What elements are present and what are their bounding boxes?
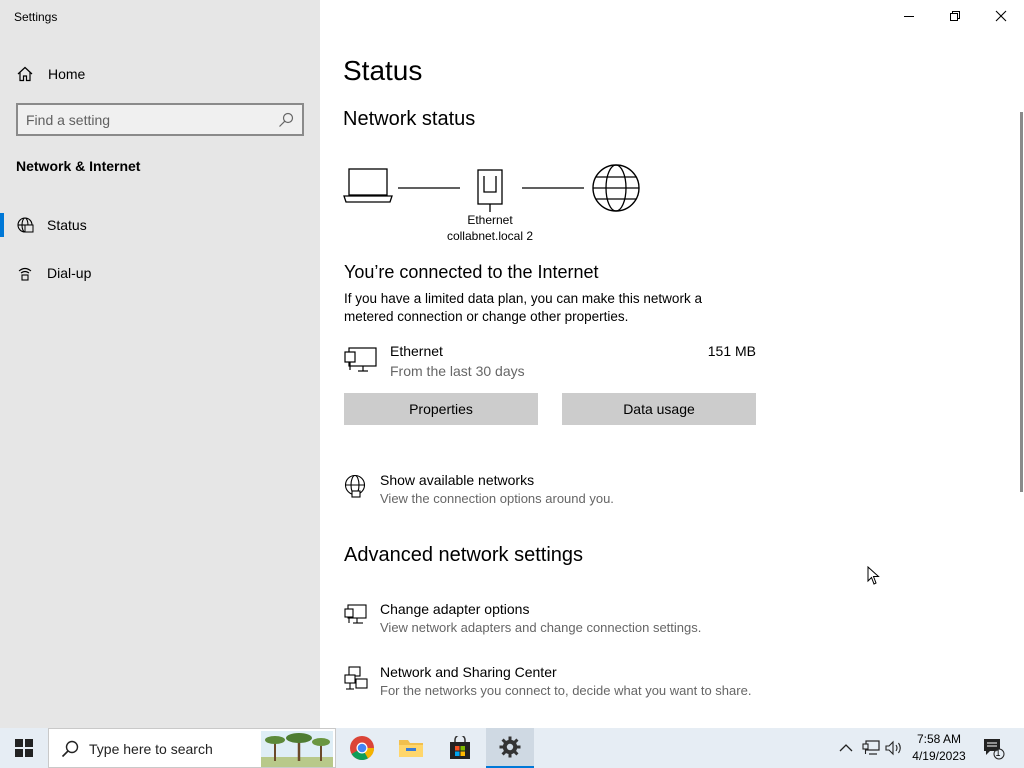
- link-subtitle: View the connection options around you.: [380, 491, 614, 506]
- home-nav-item[interactable]: Home: [0, 58, 320, 90]
- adapter-caption: Ethernet: [467, 213, 513, 227]
- usage-period: From the last 30 days: [390, 363, 525, 379]
- page-title: Status: [343, 55, 423, 86]
- notification-count: 1: [995, 748, 1001, 758]
- speaker-icon: [885, 740, 901, 756]
- ethernet-monitor-icon: [344, 347, 377, 372]
- advanced-network-settings-heading: Advanced network settings: [344, 544, 584, 566]
- show-hidden-icons-button[interactable]: [836, 728, 856, 768]
- app-title: Settings: [14, 10, 58, 24]
- network-tray-icon: [862, 740, 880, 755]
- show-available-networks-link[interactable]: Show available networks View the connect…: [344, 472, 844, 516]
- chevron-up-icon: [839, 744, 853, 752]
- section-title: Network & Internet: [16, 158, 141, 174]
- taskbar-chrome[interactable]: [338, 728, 386, 768]
- connection-name: Ethernet: [390, 343, 443, 359]
- globe-icon: [17, 217, 34, 233]
- network-sharing-center-link[interactable]: Network and Sharing Center For the netwo…: [344, 664, 844, 708]
- properties-button[interactable]: Properties: [344, 393, 538, 425]
- search-icon[interactable]: [278, 112, 294, 128]
- taskbar-file-explorer[interactable]: [387, 728, 435, 768]
- link-subtitle: For the networks you connect to, decide …: [380, 683, 752, 698]
- connection-status-text: You’re connected to the Internet: [344, 262, 599, 282]
- network-globe-icon: [344, 474, 366, 498]
- home-icon: [17, 66, 33, 82]
- sidebar-item-status[interactable]: Status: [0, 207, 320, 243]
- laptop-icon: [343, 168, 393, 203]
- internet-globe-icon: [592, 164, 640, 212]
- taskbar-settings[interactable]: [486, 728, 534, 768]
- search-icon: [61, 740, 79, 758]
- action-center-button[interactable]: 1: [978, 728, 1008, 768]
- mouse-pointer-icon: [867, 566, 880, 585]
- store-icon: [450, 736, 470, 759]
- start-button[interactable]: [0, 728, 48, 768]
- windows-logo-icon: [15, 739, 33, 757]
- find-setting-search-box[interactable]: [16, 103, 304, 136]
- chrome-icon: [350, 736, 374, 761]
- data-usage-button[interactable]: Data usage: [562, 393, 756, 425]
- home-label: Home: [48, 66, 86, 82]
- taskbar-microsoft-store[interactable]: [436, 728, 484, 768]
- selected-indicator: [0, 213, 4, 237]
- main-content: Status Network status Ethernet collabnet…: [320, 0, 1024, 728]
- volume-tray-button[interactable]: [883, 728, 905, 768]
- network-tray-button[interactable]: [859, 728, 883, 768]
- network-status-diagram: Ethernet collabnet.local 2: [343, 160, 643, 250]
- taskbar-clock[interactable]: 7:58 AM 4/19/2023: [906, 731, 972, 765]
- network-adapter-icon: [344, 604, 367, 624]
- search-highlight-illustration: [261, 731, 333, 767]
- network-status-heading: Network status: [343, 108, 476, 130]
- link-title: Show available networks: [380, 472, 535, 488]
- settings-sidebar: Settings Home Network & Internet Status: [0, 0, 320, 728]
- data-usage-amount: 151 MB: [707, 343, 756, 359]
- link-subtitle: View network adapters and change connect…: [380, 620, 702, 635]
- settings-icon: [499, 736, 521, 758]
- clock-time: 7:58 AM: [916, 732, 962, 746]
- sidebar-item-label: Dial-up: [47, 265, 92, 281]
- sidebar-item-label: Status: [47, 217, 87, 233]
- file-explorer-icon: [399, 740, 423, 757]
- link-title: Network and Sharing Center: [380, 664, 557, 680]
- change-adapter-options-link[interactable]: Change adapter options View network adap…: [344, 601, 844, 645]
- taskbar-search-box[interactable]: Type here to search: [48, 728, 336, 768]
- clock-date: 4/19/2023: [912, 749, 966, 763]
- sidebar-item-dial-up[interactable]: Dial-up: [0, 255, 320, 291]
- vertical-scrollbar[interactable]: [1020, 112, 1023, 492]
- dialup-icon: [18, 267, 32, 281]
- ethernet-port-icon: [477, 169, 503, 212]
- link-title: Change adapter options: [380, 601, 530, 617]
- sharing-center-icon: [344, 666, 368, 690]
- taskbar-search-placeholder: Type here to search: [89, 741, 213, 757]
- ethernet-connection-row: Ethernet From the last 30 days 151 MB: [344, 342, 756, 382]
- network-name-caption: collabnet.local 2: [446, 229, 534, 243]
- find-setting-input[interactable]: [26, 109, 276, 130]
- connection-description: If you have a limited data plan, you can…: [344, 291, 702, 324]
- taskbar: Type here to search 7:58 AM 4/19/2023 1: [0, 728, 1024, 768]
